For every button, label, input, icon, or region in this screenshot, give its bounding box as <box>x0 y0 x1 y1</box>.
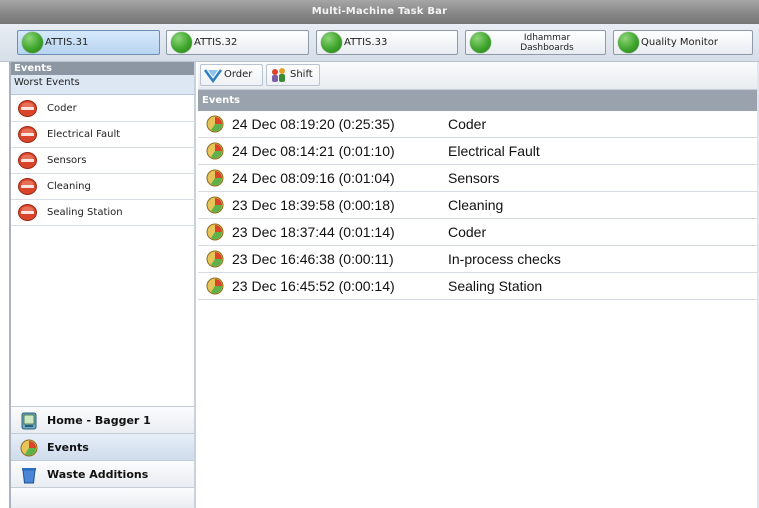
event-row[interactable]: 23 Dec 16:45:52 (0:00:14) Sealing Statio… <box>198 273 759 300</box>
events-icon <box>20 439 38 457</box>
taskbar-title: Multi-Machine Task Bar <box>0 0 759 24</box>
event-row[interactable]: 23 Dec 18:39:58 (0:00:18) Cleaning <box>198 192 759 219</box>
worst-event-label: Electrical Fault <box>47 129 121 140</box>
left-panel-header: Events <box>11 62 194 75</box>
event-reason: In-process checks <box>448 251 561 267</box>
event-icon <box>206 250 224 268</box>
machine-button-idhammar-dashboards[interactable]: Idhammar Dashboards <box>465 30 606 55</box>
event-icon <box>206 277 224 295</box>
event-row[interactable]: 23 Dec 18:37:44 (0:01:14) Coder <box>198 219 759 246</box>
machine-button-attis31[interactable]: ATTIS.31 <box>17 30 160 55</box>
left-panel: Events Worst Events Coder Electrical Fau… <box>11 62 196 508</box>
event-reason: Sealing Station <box>448 278 543 294</box>
nav-item-events[interactable]: Events <box>11 433 194 460</box>
event-timestamp: 23 Dec 16:45:52 (0:00:14) <box>232 278 395 294</box>
worst-event-item[interactable]: Electrical Fault <box>11 122 194 148</box>
stop-icon <box>18 152 37 169</box>
home-machine-icon <box>21 412 37 430</box>
status-green-icon <box>470 32 491 53</box>
event-timestamp: 24 Dec 08:19:20 (0:25:35) <box>232 116 395 132</box>
nav-empty-slot <box>11 487 194 508</box>
machine-label: ATTIS.32 <box>194 37 238 48</box>
event-icon <box>206 223 224 241</box>
worst-event-item[interactable]: Coder <box>11 96 194 122</box>
machine-button-attis32[interactable]: ATTIS.32 <box>166 30 309 55</box>
event-timestamp: 23 Dec 18:37:44 (0:01:14) <box>232 224 395 240</box>
machine-label-line1: Idhammar <box>523 32 571 43</box>
event-reason: Cleaning <box>448 197 504 213</box>
stop-icon <box>18 100 37 117</box>
nav-label: Events <box>47 441 89 454</box>
status-green-icon <box>22 32 43 53</box>
events-list: 24 Dec 08:19:20 (0:25:35) Coder 24 Dec 0… <box>198 111 759 300</box>
waste-bin-icon <box>22 468 36 484</box>
event-timestamp: 24 Dec 08:14:21 (0:01:10) <box>232 143 395 159</box>
worst-event-label: Cleaning <box>47 181 91 192</box>
machine-label: Idhammar Dashboards <box>493 31 601 54</box>
event-icon <box>206 196 224 214</box>
worst-events-subheader: Worst Events <box>11 75 194 95</box>
nav-label: Home - Bagger 1 <box>47 414 151 427</box>
status-green-icon <box>618 32 639 53</box>
event-icon <box>206 142 224 160</box>
order-button-label: Order <box>224 69 253 80</box>
worst-event-label: Coder <box>47 103 77 114</box>
event-timestamp: 23 Dec 16:46:38 (0:00:11) <box>232 251 394 267</box>
worst-event-label: Sealing Station <box>47 207 123 218</box>
event-reason: Sensors <box>448 170 500 186</box>
machine-strip: ATTIS.31 ATTIS.32 ATTIS.33 Idhammar Dashb… <box>0 24 759 62</box>
shift-people-icon <box>272 68 285 82</box>
event-row[interactable]: 24 Dec 08:19:20 (0:25:35) Coder <box>198 111 759 138</box>
event-reason: Electrical Fault <box>448 143 540 159</box>
event-row[interactable]: 23 Dec 16:46:38 (0:00:11) In-process che… <box>198 246 759 273</box>
worst-events-list: Coder Electrical Fault Sensors Cleaning … <box>11 96 194 226</box>
event-reason: Coder <box>448 116 487 132</box>
worst-event-item[interactable]: Sensors <box>11 148 194 174</box>
event-icon <box>206 169 224 187</box>
event-timestamp: 23 Dec 18:39:58 (0:00:18) <box>232 197 395 213</box>
nav-item-waste-additions[interactable]: Waste Additions <box>11 460 194 487</box>
order-sort-icon <box>204 69 222 83</box>
event-timestamp: 24 Dec 08:09:16 (0:01:04) <box>232 170 395 186</box>
status-green-icon <box>321 32 342 53</box>
events-toolbar: Order Shift <box>198 62 759 90</box>
worst-event-item[interactable]: Cleaning <box>11 174 194 200</box>
event-icon <box>206 115 224 133</box>
order-button[interactable]: Order <box>200 64 263 86</box>
machine-label-line2: Dashboards <box>520 42 574 53</box>
machine-button-quality-monitor[interactable]: Quality Monitor <box>613 30 753 55</box>
shift-button[interactable]: Shift <box>266 64 320 86</box>
event-reason: Coder <box>448 224 487 240</box>
machine-label: Quality Monitor <box>641 37 718 48</box>
nav-item-home-bagger[interactable]: Home - Bagger 1 <box>11 406 194 433</box>
nav-label: Waste Additions <box>47 468 149 481</box>
event-row[interactable]: 24 Dec 08:14:21 (0:01:10) Electrical Fau… <box>198 138 759 165</box>
machine-button-attis33[interactable]: ATTIS.33 <box>316 30 458 55</box>
event-row[interactable]: 24 Dec 08:09:16 (0:01:04) Sensors <box>198 165 759 192</box>
stop-icon <box>18 204 37 221</box>
stop-icon <box>18 178 37 195</box>
stop-icon <box>18 126 37 143</box>
worst-event-item[interactable]: Sealing Station <box>11 200 194 226</box>
status-green-icon <box>171 32 192 53</box>
events-list-header: Events <box>198 90 759 111</box>
machine-label: ATTIS.33 <box>344 37 388 48</box>
shift-button-label: Shift <box>290 69 313 80</box>
worst-event-label: Sensors <box>47 155 87 166</box>
machine-label: ATTIS.31 <box>45 37 89 48</box>
